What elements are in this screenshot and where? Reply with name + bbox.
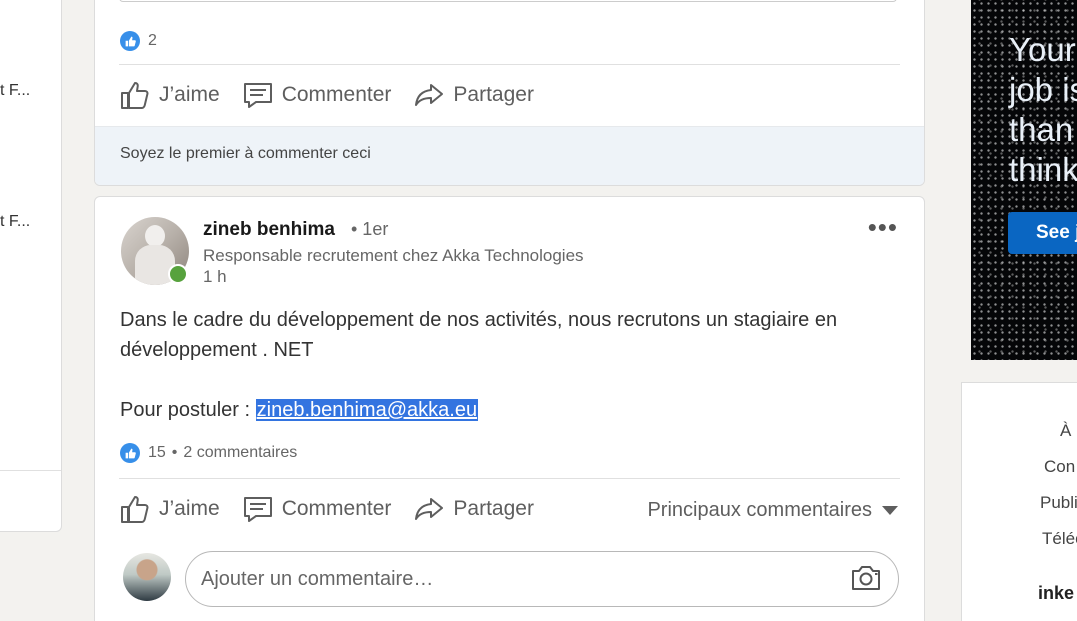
author-name[interactable]: zineb benhima <box>203 219 335 241</box>
thumbs-up-icon <box>121 496 149 523</box>
separator-dot: • <box>171 444 178 461</box>
empty-comments-text: Soyez le premier à commenter ceci <box>120 145 371 162</box>
linkedin-logo-fragment: inke <box>1038 583 1075 603</box>
comment-sort-label: Principaux commentaires <box>647 499 872 521</box>
email-link[interactable]: zineb.benhima@akka.eu <box>255 399 479 421</box>
post-timestamp: 1 h <box>203 267 227 286</box>
connection-degree: • 1er <box>351 219 389 239</box>
like-button[interactable]: J’aime <box>119 493 220 525</box>
comment-icon <box>243 83 272 108</box>
footer-links-card: À Con Publi Téléc inke <box>961 382 1077 621</box>
comment-icon <box>243 497 272 522</box>
feed-post-card: zineb benhima • 1er Responsable recrutem… <box>94 196 925 621</box>
ad-cta-label: See j <box>1036 222 1077 243</box>
footer-link-about[interactable]: À <box>1060 421 1071 441</box>
previous-post-actions: J’aime Commenter Partager <box>119 79 556 111</box>
sidebar-divider <box>0 470 61 471</box>
left-sidebar-card <box>0 0 62 532</box>
share-button-label: Partager <box>453 83 534 106</box>
comment-button-label: Commenter <box>281 497 392 520</box>
sidebar-ad[interactable]: Your job is than think See j <box>971 0 1077 360</box>
footer-link-publicity[interactable]: Publi <box>1040 493 1077 513</box>
like-button-label: J’aime <box>159 497 220 520</box>
comment-button[interactable]: Commenter <box>242 79 392 111</box>
post-social-counts: 15 • 2 commentaires <box>120 443 297 463</box>
comment-input[interactable]: Ajouter un commentaire… <box>185 551 899 607</box>
post-divider <box>119 478 900 479</box>
post-body: Dans le cadre du développement de nos ac… <box>120 305 900 425</box>
ad-headline: Your job is than think <box>1009 30 1077 190</box>
comments-count-link[interactable]: 2 commentaires <box>183 444 297 462</box>
apply-label: Pour postuler : <box>120 399 256 421</box>
comment-sort-dropdown[interactable]: Principaux commentaires <box>647 499 898 522</box>
current-user-avatar[interactable] <box>123 553 171 601</box>
comment-button[interactable]: Commenter <box>242 493 392 525</box>
previous-post-media[interactable] <box>119 0 897 2</box>
share-arrow-icon <box>415 498 444 520</box>
empty-comments-panel: Soyez le premier à commenter ceci <box>95 126 924 185</box>
more-options-icon[interactable]: ••• <box>868 214 898 240</box>
footer-link-contact[interactable]: Con <box>1044 457 1075 477</box>
like-button-label: J’aime <box>159 83 220 106</box>
share-button[interactable]: Partager <box>413 79 534 111</box>
like-reaction-icon <box>120 443 140 463</box>
thumbs-up-icon <box>121 82 149 109</box>
share-button-label: Partager <box>453 497 534 520</box>
ad-headline-line: job is <box>1009 71 1077 108</box>
sidebar-item-snippet-2[interactable]: t F... <box>0 213 30 231</box>
share-button[interactable]: Partager <box>413 493 534 525</box>
post-actions: J’aime Commenter Partager <box>119 493 556 525</box>
ad-headline-line: think <box>1009 151 1077 188</box>
post-text-line-2: développement . NET <box>120 339 314 361</box>
like-button[interactable]: J’aime <box>119 79 220 111</box>
previous-post-card: 2 J’aime Commenter Partager Soyez le pre… <box>94 0 925 186</box>
post-text-line-1: Dans le cadre du développement de nos ac… <box>120 309 838 331</box>
author-headline: Responsable recrutement chez Akka Techno… <box>203 246 584 265</box>
reaction-count[interactable]: 15 <box>148 444 166 462</box>
footer-link-download[interactable]: Téléc <box>1042 529 1077 549</box>
ad-headline-line: than <box>1009 111 1074 148</box>
share-arrow-icon <box>415 84 444 106</box>
previous-post-like-count: 2 <box>148 32 157 49</box>
comment-placeholder: Ajouter un commentaire… <box>201 568 434 590</box>
author-avatar-link[interactable] <box>121 217 189 285</box>
ad-cta-button[interactable]: See j <box>1008 212 1077 254</box>
caret-down-icon <box>882 506 898 515</box>
comment-button-label: Commenter <box>281 83 392 106</box>
linkedin-feed-page: t F... t F... 2 J’aime Commenter Partage… <box>0 0 1077 621</box>
ad-headline-line: Your <box>1009 31 1076 68</box>
post-apply-line: Pour postuler : zineb.benhima@akka.eu <box>120 395 900 425</box>
previous-post-divider <box>119 64 900 65</box>
previous-post-social-counts[interactable]: 2 <box>120 31 157 51</box>
like-reaction-icon <box>120 31 140 51</box>
camera-icon[interactable] <box>850 564 882 592</box>
online-status-dot <box>168 264 188 284</box>
sidebar-item-snippet-1[interactable]: t F... <box>0 82 30 100</box>
